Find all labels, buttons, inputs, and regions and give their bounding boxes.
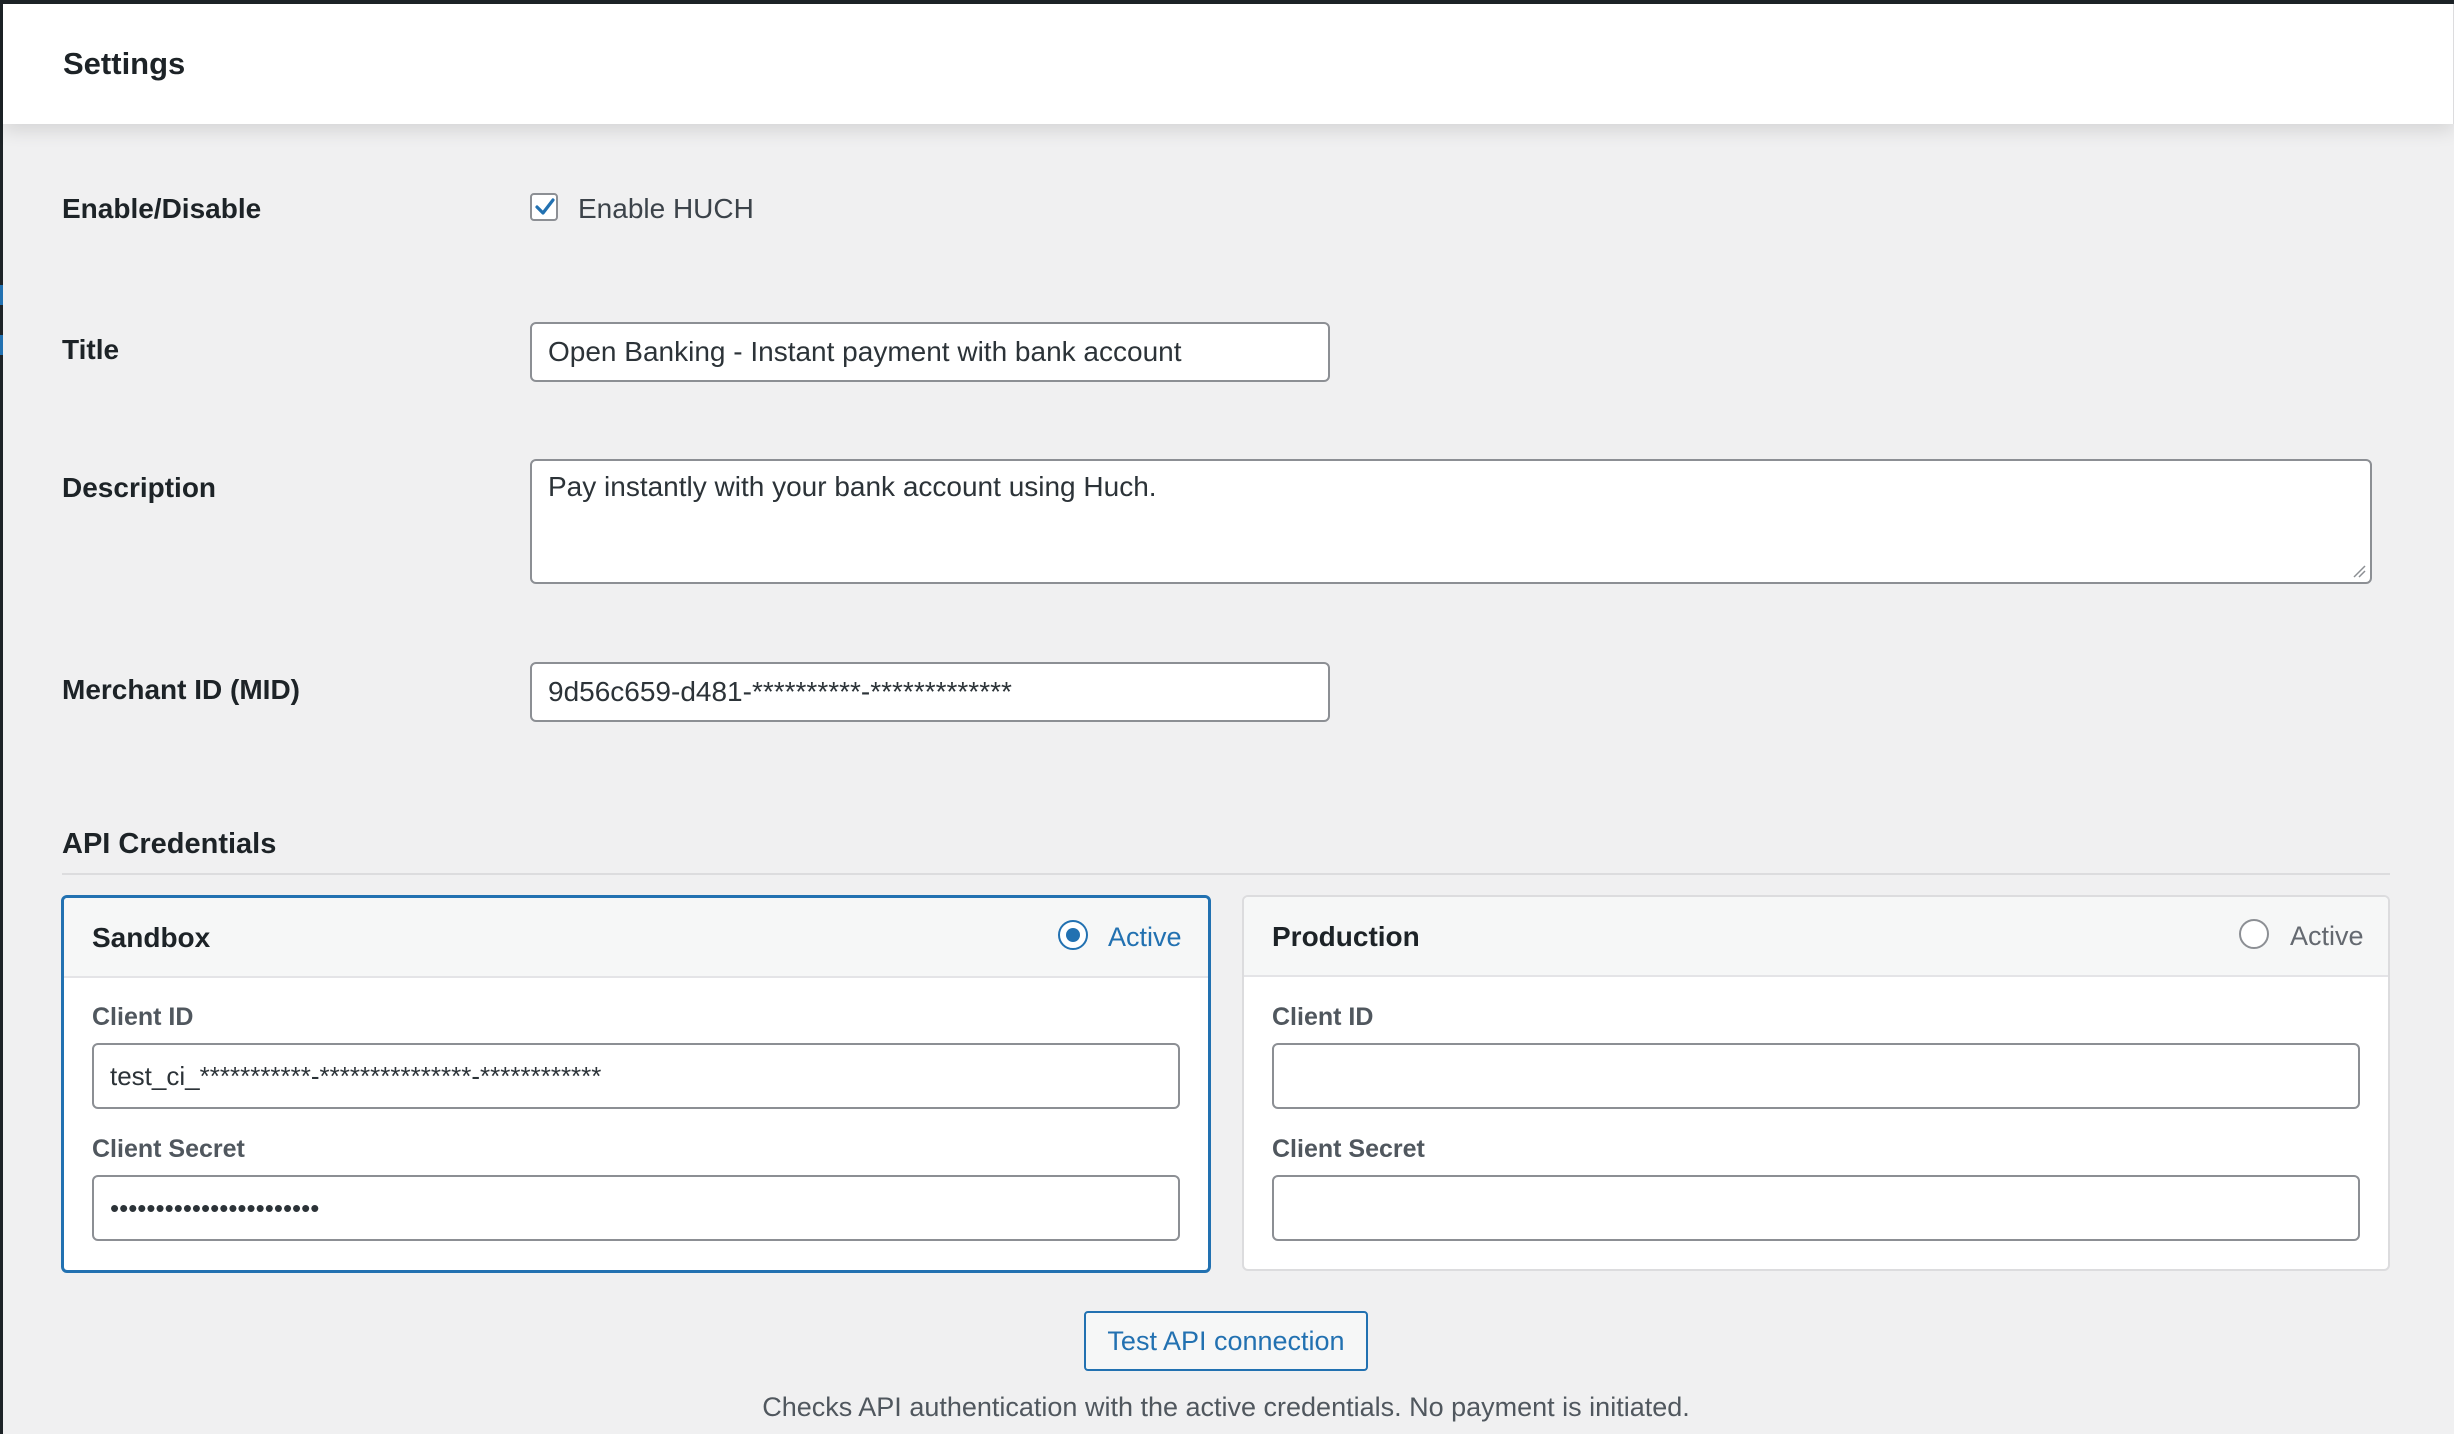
description-label: Description <box>62 472 217 503</box>
description-text: Pay instantly with your bank account usi… <box>548 471 1157 502</box>
sandbox-card[interactable]: Sandbox Active Client ID test_ci_*******… <box>61 895 1211 1273</box>
production-client-secret-label: Client Secret <box>1272 1135 1425 1163</box>
merchant-id-label: Merchant ID (MID) <box>62 674 300 705</box>
sandbox-active-label[interactable]: Active <box>1108 922 1182 953</box>
sandbox-card-header: Sandbox Active <box>64 898 1208 978</box>
admin-menu-indicator <box>0 285 3 305</box>
description-textarea[interactable]: Pay instantly with your bank account usi… <box>530 459 2372 584</box>
title-label: Title <box>62 334 120 365</box>
production-client-id-input[interactable] <box>1272 1043 2360 1109</box>
sandbox-client-id-label: Client ID <box>92 1003 194 1031</box>
help-text-content: Checks API authentication with the activ… <box>762 1392 1690 1422</box>
settings-header: Settings <box>3 4 2454 124</box>
production-client-secret-input[interactable] <box>1272 1175 2360 1241</box>
api-credentials-title: API Credentials <box>62 828 277 860</box>
checkmark-icon <box>535 198 555 215</box>
sandbox-active-radio[interactable] <box>1058 920 1088 950</box>
title-input[interactable]: Open Banking - Instant payment with bank… <box>530 322 1330 382</box>
enable-checkbox[interactable] <box>530 193 558 221</box>
resize-grip-icon[interactable] <box>2350 562 2366 578</box>
sandbox-client-id-input[interactable]: test_ci_***********-***************-****… <box>92 1043 1180 1109</box>
window-left-border <box>0 0 3 1434</box>
production-card[interactable]: Production Active Client ID Client Secre… <box>1242 895 2390 1271</box>
merchant-id-input[interactable]: 9d56c659-d481-**********-************* <box>530 662 1330 722</box>
test-api-help-text: Checks API authentication with the activ… <box>0 1392 2454 1423</box>
test-api-connection-button[interactable]: Test API connection <box>1084 1311 1368 1371</box>
production-card-header: Production Active <box>1244 897 2388 977</box>
production-active-radio[interactable] <box>2239 919 2269 949</box>
sandbox-client-secret-label: Client Secret <box>92 1135 245 1163</box>
section-divider <box>62 873 2390 875</box>
page-title: Settings <box>63 46 186 81</box>
sandbox-client-secret-input[interactable]: ••••••••••••••••••••••• <box>92 1175 1180 1241</box>
admin-menu-indicator <box>0 335 3 355</box>
sandbox-title: Sandbox <box>92 922 211 953</box>
enable-label: Enable/Disable <box>62 193 262 224</box>
production-title: Production <box>1272 921 1420 952</box>
production-active-label[interactable]: Active <box>2290 921 2364 952</box>
enable-checkbox-label[interactable]: Enable HUCH <box>578 193 754 225</box>
production-client-id-label: Client ID <box>1272 1003 1374 1031</box>
